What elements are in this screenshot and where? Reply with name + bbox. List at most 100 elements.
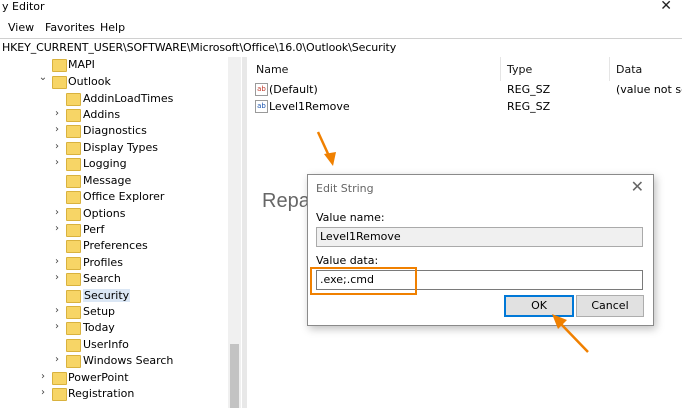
tree-item-outlook[interactable]: ⌄ Outlook <box>0 72 228 90</box>
column-divider[interactable] <box>500 57 501 81</box>
chevron-right-icon[interactable]: › <box>52 108 62 119</box>
tree-item-label: Options <box>83 207 126 220</box>
ok-button[interactable]: OK <box>504 295 574 317</box>
folder-icon <box>66 257 81 270</box>
tree-item-label: Diagnostics <box>83 124 147 137</box>
tree-item-label: Preferences <box>83 239 148 252</box>
folder-icon <box>66 355 81 368</box>
column-header-data[interactable]: Data <box>616 63 642 76</box>
value-name-label: Value name: <box>316 211 385 224</box>
tree-item-registration[interactable]: › Registration <box>0 386 228 402</box>
tree-item-powerpoint[interactable]: › PowerPoint <box>0 370 228 386</box>
chevron-down-icon[interactable]: ⌄ <box>38 72 48 83</box>
close-icon[interactable]: ✕ <box>631 177 644 196</box>
tree-item-label: Registration <box>68 387 135 400</box>
registry-tree: MAPI ⌄ Outlook AddinLoadTimes › Addins ›… <box>0 57 242 408</box>
chevron-right-icon[interactable]: › <box>52 321 62 332</box>
chevron-right-icon[interactable]: › <box>52 354 62 365</box>
string-value-icon: ab <box>255 83 268 96</box>
tree-item-diagnostics[interactable]: › Diagnostics <box>0 123 228 139</box>
tree-item-label: Outlook <box>68 75 111 88</box>
tree-item-perf[interactable]: › Perf <box>0 222 228 238</box>
tree-item-mapi[interactable]: MAPI <box>0 57 228 73</box>
close-icon[interactable]: ✕ <box>660 0 672 14</box>
folder-icon <box>66 175 81 188</box>
folder-icon <box>52 59 67 72</box>
tree-item-profiles[interactable]: › Profiles <box>0 255 228 271</box>
chevron-right-icon[interactable]: › <box>52 305 62 316</box>
tree-item-label: Profiles <box>83 256 123 269</box>
annotation-highlight <box>310 267 417 295</box>
chevron-right-icon[interactable]: › <box>52 157 62 168</box>
tree-scrollbar[interactable] <box>228 57 241 408</box>
chevron-right-icon[interactable]: › <box>38 387 48 398</box>
tree-item-security[interactable]: Security <box>0 288 228 304</box>
folder-icon <box>66 208 81 221</box>
value-type: REG_SZ <box>507 83 551 96</box>
address-bar[interactable]: HKEY_CURRENT_USER\SOFTWARE\Microsoft\Off… <box>0 38 682 58</box>
window-title: y Editor <box>2 0 45 13</box>
tree-item-label: Search <box>83 272 121 285</box>
menu-view[interactable]: View <box>8 21 34 34</box>
tree-item-display-types[interactable]: › Display Types <box>0 140 228 156</box>
value-row-level1remove[interactable]: ab Level1Remove REG_SZ <box>247 99 682 115</box>
tree-item-label: Addins <box>83 108 121 121</box>
menu-help[interactable]: Help <box>100 21 125 34</box>
tree-item-setup[interactable]: › Setup <box>0 304 228 320</box>
chevron-right-icon[interactable]: › <box>52 141 62 152</box>
tree-item-message[interactable]: Message <box>0 173 228 189</box>
tree-item-label: Display Types <box>83 141 159 154</box>
tree-item-label: Office Explorer <box>83 190 165 203</box>
folder-icon <box>66 240 81 253</box>
value-row-default[interactable]: ab (Default) REG_SZ (value not se <box>247 82 682 98</box>
tree-item-office-explorer[interactable]: Office Explorer <box>0 189 228 205</box>
folder-icon <box>66 339 81 352</box>
menu-favorites[interactable]: Favorites <box>45 21 95 34</box>
tree-item-logging[interactable]: › Logging <box>0 156 228 172</box>
tree-item-label: Security <box>83 289 131 302</box>
tree-item-label: Setup <box>83 305 116 318</box>
address-path: HKEY_CURRENT_USER\SOFTWARE\Microsoft\Off… <box>2 41 397 54</box>
folder-icon <box>66 290 81 303</box>
value-name-text: Level1Remove <box>320 230 401 243</box>
folder-icon <box>66 306 81 319</box>
chevron-right-icon[interactable]: › <box>52 124 62 135</box>
folder-icon <box>66 158 81 171</box>
tree-item-label: Today <box>83 321 115 334</box>
tree-item-search[interactable]: › Search <box>0 271 228 287</box>
value-data: (value not se <box>616 83 682 96</box>
chevron-right-icon[interactable]: › <box>52 223 62 234</box>
column-header-type[interactable]: Type <box>507 63 532 76</box>
edit-string-dialog: Edit String ✕ Value name: Level1Remove V… <box>307 174 654 326</box>
tree-item-label: AddinLoadTimes <box>83 92 174 105</box>
folder-icon <box>66 224 81 237</box>
column-divider[interactable] <box>609 57 610 81</box>
folder-icon <box>52 76 67 89</box>
chevron-right-icon[interactable]: › <box>38 371 48 382</box>
tree-item-userinfo[interactable]: UserInfo <box>0 337 228 353</box>
tree-item-windows-search[interactable]: › Windows Search <box>0 353 228 369</box>
chevron-right-icon[interactable]: › <box>52 256 62 267</box>
tree-item-addins[interactable]: › Addins <box>0 107 228 123</box>
folder-icon <box>66 142 81 155</box>
scrollbar-thumb[interactable] <box>230 344 239 408</box>
tree-item-label: Perf <box>83 223 105 236</box>
cancel-button[interactable]: Cancel <box>576 295 644 317</box>
tree-item-options[interactable]: › Options <box>0 206 228 222</box>
column-header-name[interactable]: Name <box>256 63 288 76</box>
folder-icon <box>52 372 67 385</box>
folder-icon <box>66 191 81 204</box>
tree-item-label: Message <box>83 174 132 187</box>
binary-value-icon: ab <box>255 100 268 113</box>
chevron-right-icon[interactable]: › <box>52 272 62 283</box>
folder-icon <box>66 93 81 106</box>
folder-icon <box>66 322 81 335</box>
tree-item-today[interactable]: › Today <box>0 320 228 336</box>
value-name-field: Level1Remove <box>316 227 643 247</box>
chevron-right-icon[interactable]: › <box>52 207 62 218</box>
tree-item-label: UserInfo <box>83 338 129 351</box>
tree-item-addinloadtimes[interactable]: AddinLoadTimes <box>0 91 228 107</box>
folder-icon <box>66 125 81 138</box>
tree-item-preferences[interactable]: Preferences <box>0 238 228 254</box>
folder-icon <box>66 273 81 286</box>
